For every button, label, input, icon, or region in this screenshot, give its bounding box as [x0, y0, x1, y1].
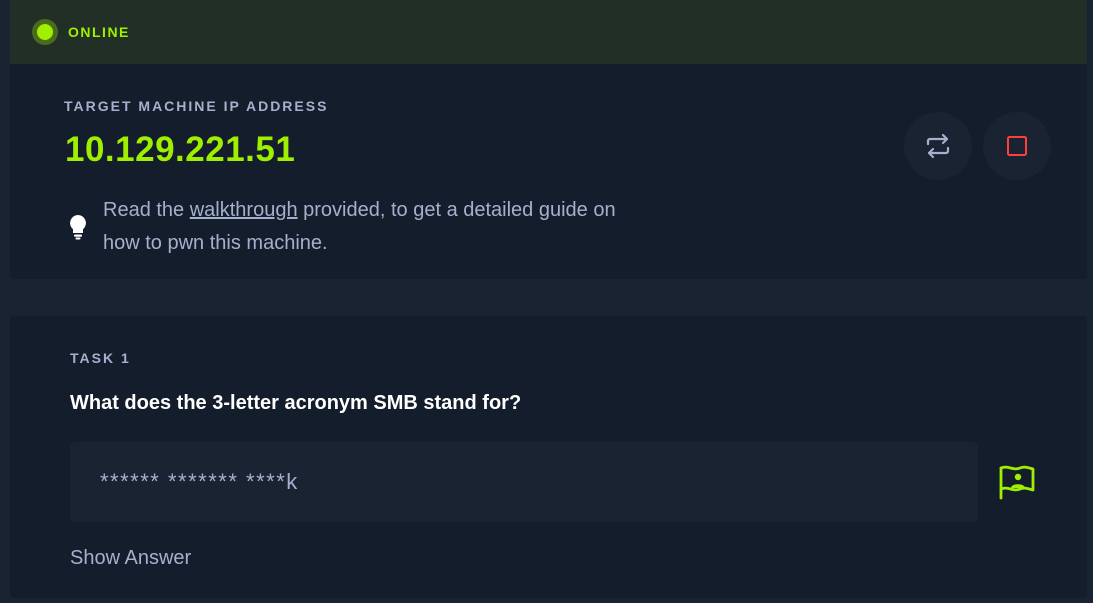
walkthrough-hint: Read the walkthrough provided, to get a …: [103, 194, 623, 260]
answer-input[interactable]: ****** ******* ****k: [70, 442, 978, 522]
task-question: What does the 3-letter acronym SMB stand…: [70, 392, 522, 414]
status-bar: ONLINE: [10, 0, 1087, 64]
flag-submit-icon: [999, 465, 1035, 500]
task-card: TASK 1 What does the 3-letter acronym SM…: [10, 316, 1087, 598]
submit-flag-button[interactable]: [998, 464, 1036, 505]
online-status-icon: [32, 19, 58, 45]
walkthrough-link[interactable]: walkthrough: [190, 199, 298, 221]
reset-machine-button[interactable]: [904, 112, 972, 180]
target-machine-card: TARGET MACHINE IP ADDRESS 10.129.221.51 …: [10, 64, 1087, 279]
task-label: TASK 1: [70, 350, 131, 366]
reset-machine-icon: [926, 133, 950, 159]
hint-text-before: Read the: [103, 199, 190, 221]
lightbulb-icon: [70, 215, 86, 240]
stop-machine-icon: [1007, 136, 1027, 156]
ip-label: TARGET MACHINE IP ADDRESS: [64, 98, 329, 114]
ip-address[interactable]: 10.129.221.51: [65, 130, 295, 170]
status-text: ONLINE: [68, 24, 130, 40]
show-answer-link[interactable]: Show Answer: [70, 547, 191, 570]
stop-machine-button[interactable]: [983, 112, 1051, 180]
